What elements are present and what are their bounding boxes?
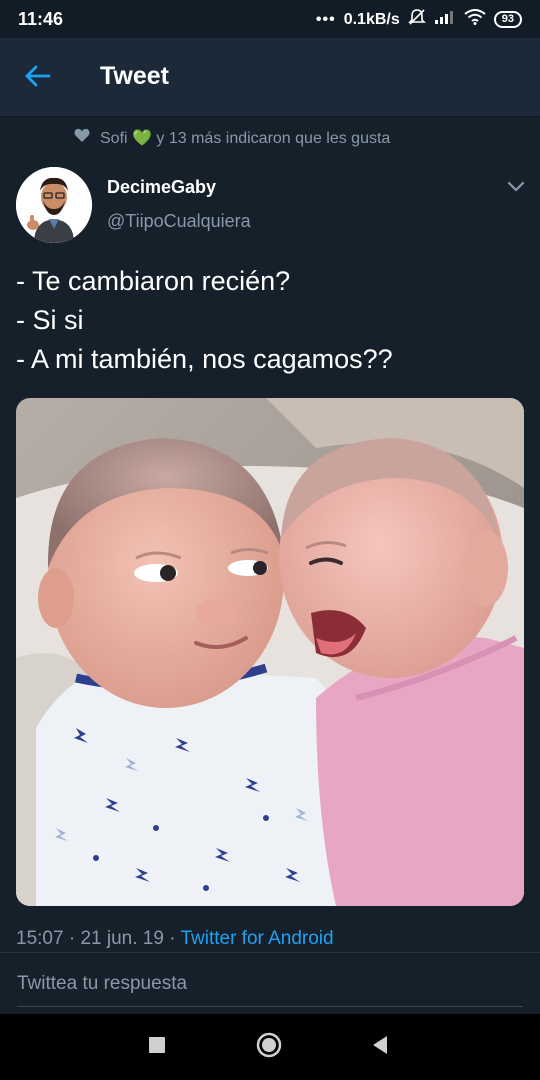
tweet-text-line: - A mi también, nos cagamos?? — [16, 344, 393, 374]
recents-button[interactable] — [144, 1034, 170, 1060]
heart-icon — [74, 128, 90, 148]
wifi-icon — [464, 9, 486, 30]
reply-input[interactable]: Twittea tu respuesta — [17, 973, 187, 995]
recents-square-icon — [148, 1036, 166, 1059]
tweet-time: 15:07 — [16, 928, 64, 949]
app-bar: Tweet — [0, 38, 540, 117]
page-title: Tweet — [100, 62, 169, 90]
signal-icon — [434, 9, 456, 30]
tweet-text: - Te cambiaron recién? - Si si - A mi ta… — [16, 262, 526, 379]
more-dots-icon: ••• — [315, 10, 336, 28]
tweet-menu-button[interactable] — [506, 180, 528, 196]
status-time: 11:46 — [18, 9, 64, 29]
reply-input-underline — [17, 1006, 523, 1007]
system-nav-bar — [0, 1014, 540, 1080]
status-bar: 11:46 ••• 0.1kB/s 93 — [0, 0, 540, 38]
tweet-text-line: - Te cambiaron recién? — [16, 266, 291, 296]
meta-separator: · — [68, 928, 76, 949]
mute-icon — [407, 8, 426, 31]
likes-summary: y 13 más indicaron que les gusta — [156, 130, 391, 147]
network-speed: 0.1kB/s — [343, 10, 400, 28]
photo-two-babies — [16, 398, 524, 906]
author-handle[interactable]: @TiipoCualquiera — [107, 211, 251, 232]
tweet-photo[interactable] — [16, 398, 524, 906]
social-context[interactable]: Sofi 💚 y 13 más indicaron que les gusta — [74, 128, 390, 148]
status-icons: ••• 0.1kB/s 93 — [316, 8, 522, 31]
arrow-left-icon — [25, 65, 51, 92]
tweet-source-link[interactable]: Twitter for Android — [180, 928, 333, 949]
home-button[interactable] — [256, 1032, 282, 1063]
home-circle-icon — [256, 1032, 282, 1063]
liker-name: Sofi — [100, 130, 128, 147]
system-back-button[interactable] — [367, 1034, 393, 1060]
tweet-meta: 15:07 · 21 jun. 19 · Twitter for Android — [16, 928, 334, 950]
chevron-down-icon — [506, 181, 526, 198]
tweet-text-line: - Si si — [16, 305, 84, 335]
back-triangle-icon — [371, 1035, 389, 1060]
author-display-name[interactable]: DecimeGaby — [107, 177, 216, 198]
battery-icon: 93 — [493, 11, 522, 28]
avatar[interactable] — [16, 167, 92, 243]
green-heart-emoji: 💚 — [132, 130, 152, 147]
tweet-date: 21 jun. 19 — [80, 928, 164, 949]
back-button[interactable] — [20, 60, 56, 96]
meta-separator: · — [169, 928, 176, 949]
reply-bar: Twittea tu respuesta — [0, 952, 540, 1015]
